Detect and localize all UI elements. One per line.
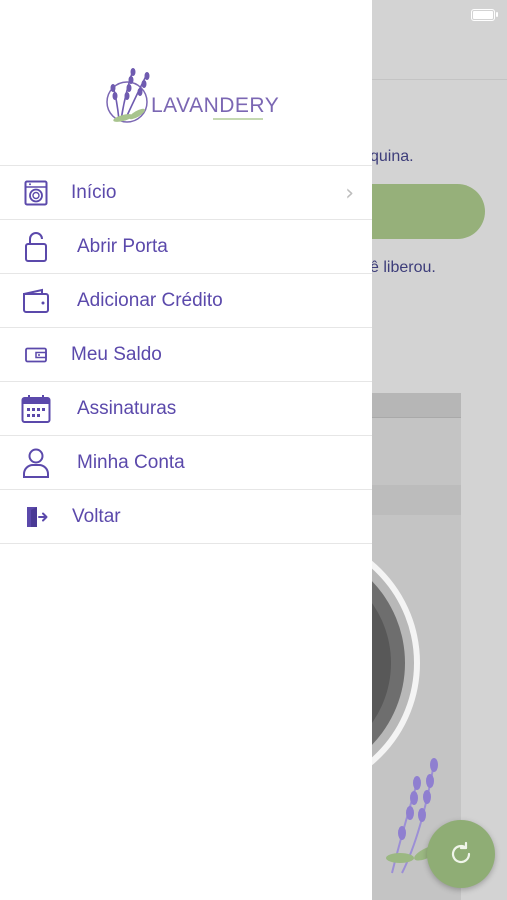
refresh-button (427, 820, 495, 888)
menu-item-voltar[interactable]: Voltar (0, 490, 372, 544)
menu-label-voltar: Voltar (72, 506, 121, 527)
menu-item-minha-conta[interactable]: Minha Conta (0, 436, 372, 490)
background-status-text: ê liberou. (370, 259, 436, 276)
user-icon (20, 448, 52, 478)
menu-label-adicionar-credito: Adicionar Crédito (77, 290, 223, 311)
washing-machine-icon (20, 178, 52, 208)
menu-label-meu-saldo: Meu Saldo (71, 344, 162, 365)
menu-label-minha-conta: Minha Conta (77, 452, 185, 473)
side-drawer: LAVANDERY Início › Abrir Porta Adicionar… (0, 0, 372, 900)
logo-text: LAVANDERY (151, 94, 280, 117)
menu-item-inicio[interactable]: Início › (0, 166, 372, 220)
menu-item-assinaturas[interactable]: Assinaturas (0, 382, 372, 436)
wallet-icon (20, 286, 52, 316)
unlock-icon (20, 232, 52, 262)
navbar-divider (372, 79, 507, 80)
menu-item-adicionar-credito[interactable]: Adicionar Crédito (0, 274, 372, 328)
menu-item-meu-saldo[interactable]: Meu Saldo (0, 328, 372, 382)
battery-icon (471, 9, 495, 21)
lavender-logo-icon (106, 68, 150, 123)
background-instruction-text: quina. (370, 148, 414, 165)
menu-label-assinaturas: Assinaturas (77, 398, 177, 419)
lavandery-logo: LAVANDERY (103, 64, 279, 128)
menu-label-inicio: Início (71, 182, 117, 203)
chevron-right-icon: › (345, 181, 354, 206)
menu-item-abrir-porta[interactable]: Abrir Porta (0, 220, 372, 274)
refresh-icon (451, 841, 471, 864)
menu-label-abrir-porta: Abrir Porta (77, 236, 168, 257)
wallet-small-icon (20, 340, 52, 370)
exit-door-icon (20, 502, 52, 532)
drawer-menu: Início › Abrir Porta Adicionar Crédito M… (0, 165, 372, 544)
calendar-icon (20, 394, 52, 424)
